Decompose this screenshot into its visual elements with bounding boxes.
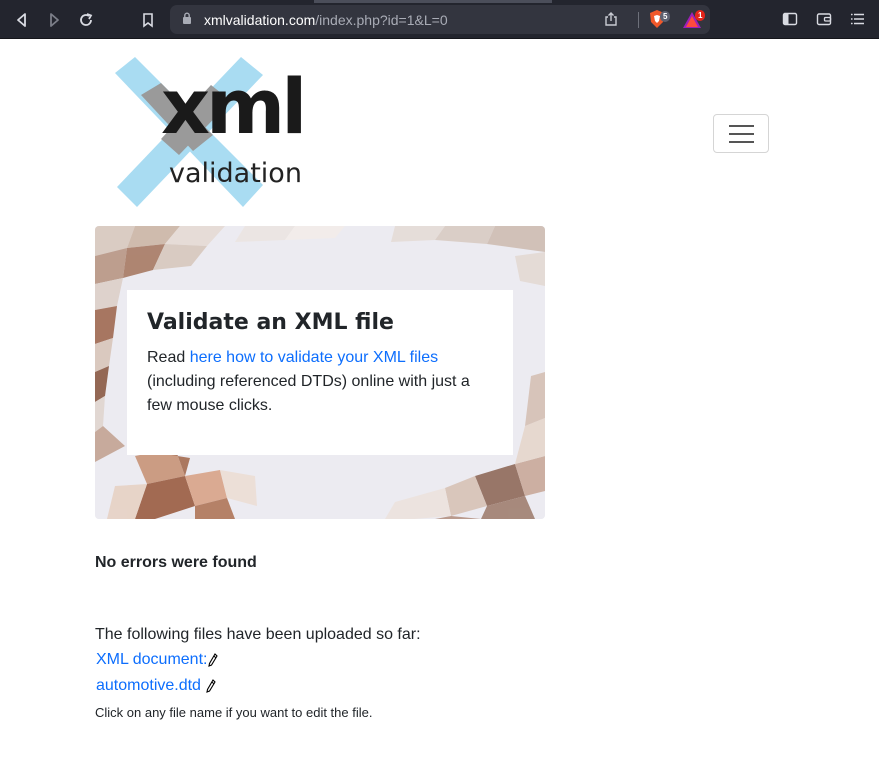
edit-pencil-icon[interactable]: [206, 679, 217, 698]
navbar-toggle-button[interactable]: [713, 114, 769, 153]
hero-banner: Validate an XML file Read here how to va…: [95, 226, 545, 519]
validation-status: No errors were found: [95, 554, 257, 571]
hero-text-after: (including referenced DTDs) online with …: [147, 373, 470, 414]
address-bar[interactable]: xmlvalidation.com/index.php?id=1&L=0 5 1: [170, 5, 710, 34]
reload-icon[interactable]: [74, 8, 98, 32]
hamburger-line: [728, 124, 754, 127]
logo-subtitle: validation: [169, 158, 302, 189]
edit-pencil-icon[interactable]: [208, 653, 219, 672]
hero-card: Validate an XML file Read here how to va…: [127, 290, 513, 455]
file-item: automotive.dtd: [96, 677, 217, 698]
hero-description: Read here how to validate your XML files…: [147, 346, 493, 418]
logo-wordmark: xml: [161, 62, 307, 151]
browser-toolbar: xmlvalidation.com/index.php?id=1&L=0 5 1: [0, 0, 879, 39]
url-domain: xmlvalidation.com: [204, 12, 316, 28]
wallet-icon[interactable]: [816, 11, 832, 32]
menu-icon[interactable]: [850, 11, 866, 32]
hero-text-before: Read: [147, 349, 190, 366]
site-logo[interactable]: xml validation: [113, 55, 313, 211]
back-icon[interactable]: [10, 8, 34, 32]
uploaded-files-intro: The following files have been uploaded s…: [95, 626, 421, 643]
url-divider: [638, 12, 639, 28]
rewards-count-badge: 1: [695, 10, 706, 21]
hamburger-line: [728, 132, 754, 135]
how-to-validate-link[interactable]: here how to validate your XML files: [190, 349, 438, 366]
bookmark-icon[interactable]: [136, 8, 160, 32]
hamburger-line: [728, 140, 754, 143]
lock-icon: [182, 12, 192, 30]
xml-document-link[interactable]: XML document:: [96, 651, 207, 668]
hero-title: Validate an XML file: [147, 310, 394, 335]
file-item: XML document:: [96, 651, 219, 672]
sidebar-icon[interactable]: [782, 11, 798, 32]
dtd-file-link[interactable]: automotive.dtd: [96, 677, 201, 694]
url-text: xmlvalidation.com/index.php?id=1&L=0: [204, 12, 448, 28]
share-icon[interactable]: [604, 11, 618, 32]
forward-icon[interactable]: [42, 8, 66, 32]
active-tab-indicator: [314, 0, 552, 3]
url-path: /index.php?id=1&L=0: [315, 12, 448, 28]
shield-count-badge: 5: [660, 11, 671, 22]
edit-hint: Click on any file name if you want to ed…: [95, 705, 373, 720]
